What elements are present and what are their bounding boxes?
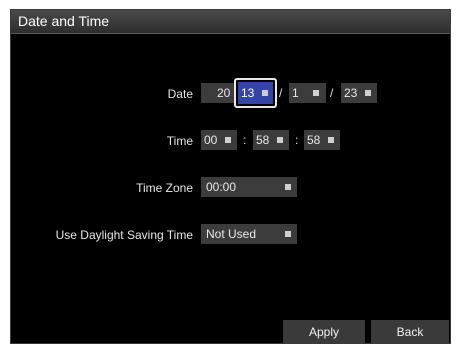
time-zone-label: Time Zone [136,181,193,195]
month-spin-icon[interactable] [313,89,319,97]
second-value: 58 [307,133,321,147]
year-field[interactable]: 13 [238,82,273,104]
second-field[interactable]: 58 [304,130,340,150]
day-field[interactable]: 23 [341,83,377,103]
day-spin-icon[interactable] [365,89,371,97]
time-zone-value: 00:00 [206,180,237,194]
second-spin-icon[interactable] [328,136,334,144]
minute-spin-icon[interactable] [277,136,283,144]
year-value: 13 [241,86,255,100]
time-zone-select[interactable]: 00:00 [201,177,297,197]
dst-select[interactable]: Not Used [201,224,297,244]
date-separator-1: / [279,86,283,100]
apply-button[interactable]: Apply [283,320,365,344]
time-zone-spin-icon[interactable] [285,183,291,191]
date-label: Date [167,87,193,101]
dst-spin-icon[interactable] [285,230,291,238]
minute-value: 58 [256,133,270,147]
minute-field[interactable]: 58 [253,130,289,150]
back-button[interactable]: Back [371,320,449,344]
date-separator-2: / [330,86,334,100]
year-prefix-field: 20 [201,83,235,103]
time-label: Time [166,134,193,148]
time-separator-1: : [243,133,247,147]
date-time-dialog: Date and Time Date 20 13 / 1 / 23 Time 0… [10,9,451,344]
month-field[interactable]: 1 [289,83,326,103]
dialog-title: Date and Time [11,10,450,34]
hour-value: 00 [204,133,218,147]
month-value: 1 [292,86,299,100]
hour-spin-icon[interactable] [225,136,231,144]
time-separator-2: : [295,133,299,147]
dst-value: Not Used [206,227,257,241]
hour-field[interactable]: 00 [201,130,237,150]
day-value: 23 [344,86,358,100]
year-spin-icon[interactable] [262,89,268,97]
dst-label: Use Daylight Saving Time [55,228,193,242]
